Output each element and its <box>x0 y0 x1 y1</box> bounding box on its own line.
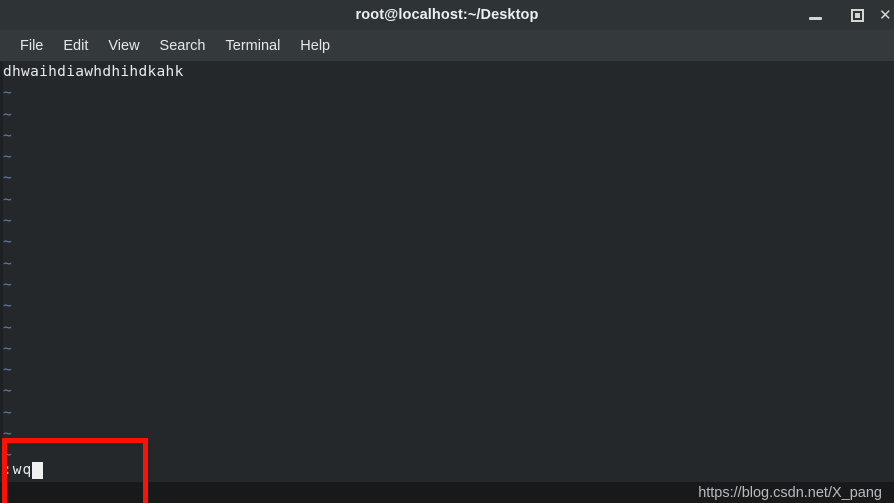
terminal-window: root@localhost:~/Desktop ✕ File Edit Vie… <box>0 0 894 503</box>
tilde-marker: ~ <box>3 191 12 208</box>
tilde-marker: ~ <box>3 127 12 144</box>
title-bar[interactable]: root@localhost:~/Desktop ✕ <box>0 0 894 30</box>
watermark-text: https://blog.csdn.net/X_pang <box>698 485 882 501</box>
buffer-empty-line: ~ <box>3 190 891 211</box>
tilde-marker: ~ <box>3 234 12 251</box>
buffer-empty-line: ~ <box>3 232 891 253</box>
buffer-line-text: dhwaihdiawhdhihdkahk <box>3 64 184 80</box>
tilde-marker: ~ <box>3 298 12 315</box>
buffer-empty-line: ~ <box>3 403 891 424</box>
buffer-empty-line: ~ <box>3 381 891 402</box>
buffer-empty-line: ~ <box>3 318 891 339</box>
buffer-empty-line: ~ <box>3 211 891 232</box>
buffer-empty-line: ~ <box>3 254 891 275</box>
minimize-button[interactable] <box>794 0 836 30</box>
tilde-marker: ~ <box>3 106 12 123</box>
buffer-empty-line: ~ <box>3 126 891 147</box>
menu-item-search[interactable]: Search <box>150 35 216 57</box>
menu-item-terminal[interactable]: Terminal <box>216 35 291 57</box>
tilde-marker: ~ <box>3 276 12 293</box>
buffer-empty-line: ~ <box>3 339 891 360</box>
minimize-icon <box>808 17 822 20</box>
window-title: root@localhost:~/Desktop <box>355 7 539 23</box>
buffer-empty-line: ~ <box>3 147 891 168</box>
menu-item-edit[interactable]: Edit <box>53 35 98 57</box>
vim-command-text: :wq <box>3 461 33 478</box>
close-icon: ✕ <box>879 5 892 24</box>
buffer-empty-line: ~ <box>3 83 891 104</box>
buffer-empty-line: ~ <box>3 445 891 466</box>
text-cursor <box>32 461 44 479</box>
tilde-marker: ~ <box>3 85 12 102</box>
buffer-empty-line: ~ <box>3 360 891 381</box>
tilde-marker: ~ <box>3 255 12 272</box>
buffer-empty-line: ~ <box>3 168 891 189</box>
vim-status-line: :wq <box>3 460 44 481</box>
buffer-empty-line: ~ <box>3 424 891 445</box>
close-button[interactable]: ✕ <box>878 0 894 30</box>
menu-item-help[interactable]: Help <box>290 35 340 57</box>
menu-item-view[interactable]: View <box>98 35 149 57</box>
vim-buffer: dhwaihdiawhdhihdkahk ~ ~ ~ ~ ~ ~ ~ ~ ~ ~ ~ ~ ~ ~ ~ ~ ~ ~ <box>3 62 891 467</box>
buffer-line: dhwaihdiawhdhihdkahk <box>3 62 891 83</box>
tilde-marker: ~ <box>3 170 12 187</box>
maximize-button[interactable] <box>836 0 878 30</box>
tilde-marker: ~ <box>3 149 12 166</box>
maximize-icon <box>850 8 864 22</box>
tilde-marker: ~ <box>3 426 12 443</box>
buffer-empty-line: ~ <box>3 105 891 126</box>
terminal-body[interactable]: dhwaihdiawhdhihdkahk ~ ~ ~ ~ ~ ~ ~ ~ ~ ~ ~ ~ ~ ~ ~ ~ ~ ~ :… <box>0 61 894 503</box>
tilde-marker: ~ <box>3 319 12 336</box>
tilde-marker: ~ <box>3 362 12 379</box>
tilde-marker: ~ <box>3 404 12 421</box>
tilde-marker: ~ <box>3 340 12 357</box>
menu-item-file[interactable]: File <box>10 35 53 57</box>
buffer-empty-line: ~ <box>3 275 891 296</box>
buffer-empty-line: ~ <box>3 296 891 317</box>
menu-bar: File Edit View Search Terminal Help <box>0 30 894 61</box>
window-controls: ✕ <box>794 0 894 30</box>
tilde-marker: ~ <box>3 213 12 230</box>
tilde-marker: ~ <box>3 383 12 400</box>
